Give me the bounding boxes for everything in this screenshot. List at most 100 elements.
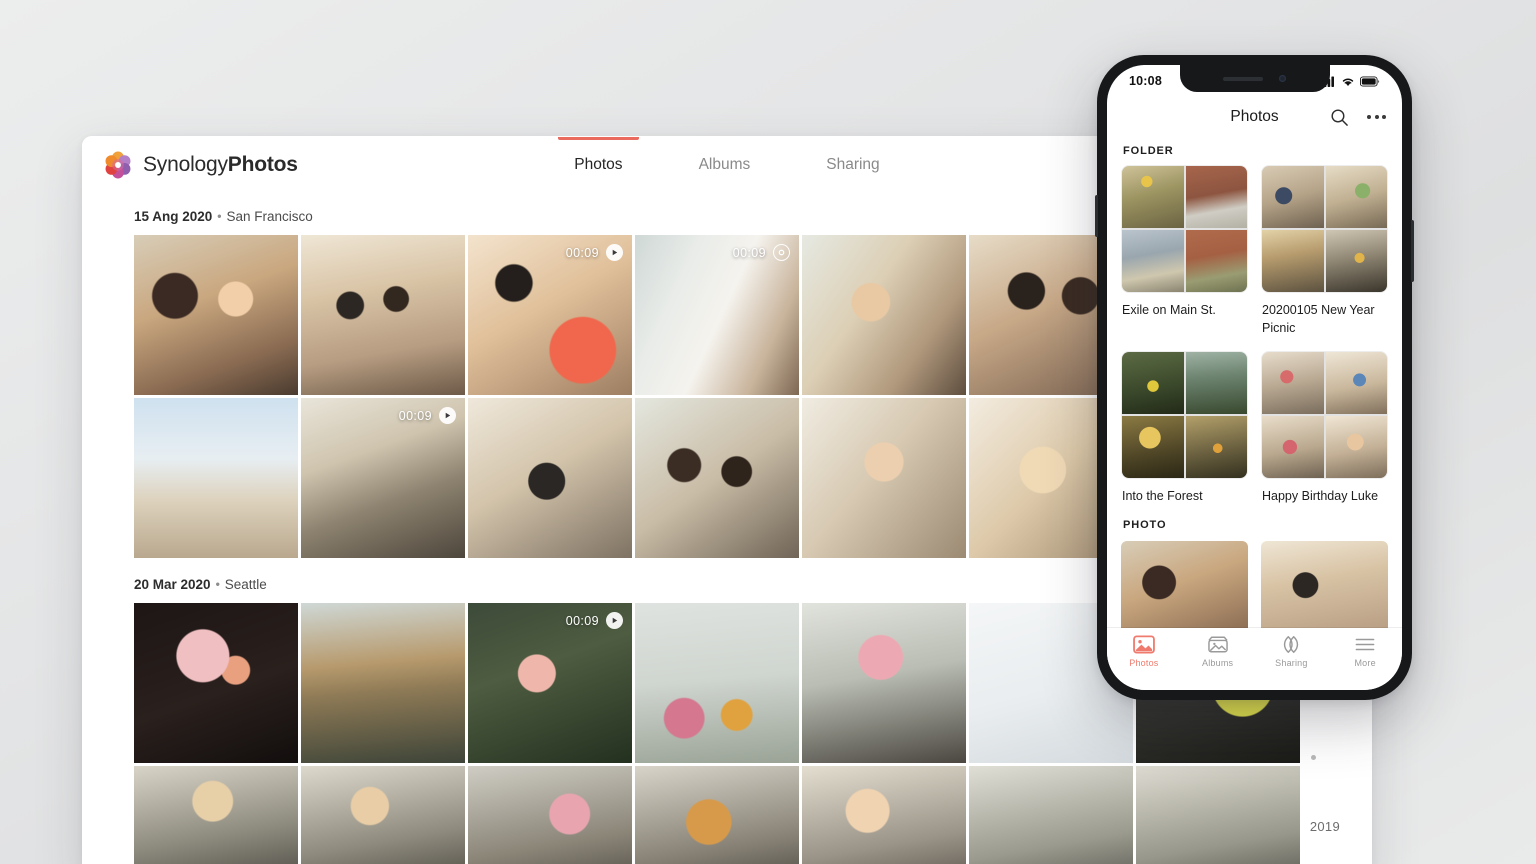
folder-thumb <box>1325 166 1387 228</box>
folder-thumbnail-grid <box>1121 350 1248 479</box>
date-header-separator: • <box>217 209 222 223</box>
tab-albums-label: Albums <box>698 156 751 173</box>
photo-thumbnail[interactable] <box>301 766 465 864</box>
photo-thumbnail[interactable] <box>468 398 632 558</box>
folder-name: Exile on Main St. <box>1122 303 1216 317</box>
photo-thumbnail[interactable] <box>468 766 632 864</box>
phone-screen: 10:08 Photos FOLDER Exile on Main St. 20… <box>1107 65 1402 690</box>
play-icon <box>439 407 456 424</box>
photo-thumbnail[interactable] <box>134 235 298 395</box>
photos-icon <box>1133 635 1155 654</box>
tab-albums[interactable]: Albums <box>661 137 789 192</box>
phone-notch <box>1179 65 1330 92</box>
sharing-icon <box>1280 635 1302 654</box>
search-icon[interactable] <box>1330 108 1349 127</box>
photo-thumbnail[interactable] <box>635 766 799 864</box>
phone-photo-thumbnail[interactable] <box>1261 541 1388 634</box>
menu-icon <box>1354 635 1376 654</box>
photo-thumbnail[interactable] <box>635 398 799 558</box>
date-header-place: San Francisco <box>226 209 313 224</box>
folder-thumb <box>1122 230 1184 292</box>
photo-thumbnail[interactable] <box>134 603 298 763</box>
photo-thumbnail[interactable] <box>1136 766 1300 864</box>
more-options-icon[interactable] <box>1367 115 1386 119</box>
photo-thumbnail[interactable] <box>802 235 966 395</box>
folder-section-label: FOLDER <box>1123 145 1174 157</box>
photo-row <box>82 766 1372 864</box>
photo-thumbnail[interactable] <box>635 603 799 763</box>
brand-title: SynologyPhotos <box>143 153 298 177</box>
folder-thumbnail-grid <box>1261 350 1388 479</box>
tab-more[interactable]: More <box>1328 635 1402 668</box>
photo-section-label: PHOTO <box>1123 519 1167 532</box>
date-header-separator: • <box>215 577 220 591</box>
folder-thumb <box>1122 351 1184 414</box>
tab-photos[interactable]: Photos <box>1107 635 1181 668</box>
photo-thumbnail[interactable]: 00:09 <box>468 603 632 763</box>
folder-thumb <box>1325 351 1387 414</box>
brand-name-light: Synology <box>143 152 228 176</box>
tab-photos-label: Photos <box>574 156 623 173</box>
video-badge: 00:09 <box>399 407 456 424</box>
folder-grid: Exile on Main St. 20200105 New Year Picn… <box>1121 165 1388 505</box>
photo-thumbnail[interactable] <box>134 766 298 864</box>
photo-thumbnail[interactable] <box>802 766 966 864</box>
folder-thumbnail-grid <box>1121 165 1248 293</box>
wifi-icon <box>1341 76 1355 87</box>
video-badge: 00:09 <box>733 244 790 261</box>
photo-thumbnail[interactable] <box>802 603 966 763</box>
phone-tabbar: Photos Albums Sharing More <box>1107 628 1402 690</box>
folder-thumb <box>1262 351 1324 414</box>
phone-navbar: Photos <box>1107 95 1402 139</box>
folder-thumb <box>1185 351 1247 414</box>
folder-thumb <box>1262 166 1324 228</box>
tab-sharing[interactable]: Sharing <box>788 137 917 192</box>
folder-card[interactable]: Into the Forest <box>1121 350 1248 506</box>
brand: SynologyPhotos <box>104 151 298 179</box>
folder-thumbnail-grid <box>1261 165 1388 293</box>
page-root: SynologyPhotos Photos Albums Sharing 15 … <box>0 0 1536 864</box>
video-badge: 00:09 <box>566 244 623 261</box>
tab-sharing-label: Sharing <box>1275 658 1308 668</box>
folder-card[interactable]: Happy Birthday Luke <box>1261 350 1388 506</box>
folder-thumb <box>1122 415 1184 478</box>
folder-thumb <box>1262 230 1324 292</box>
tab-photos[interactable]: Photos <box>536 137 660 192</box>
timeline-scrubber-dot[interactable] <box>1311 755 1316 760</box>
video-duration: 00:09 <box>398 408 432 423</box>
date-header-place: Seattle <box>224 577 267 592</box>
tab-sharing[interactable]: Sharing <box>1255 635 1329 668</box>
folder-thumb <box>1325 230 1387 292</box>
folder-name: 20200105 New Year Picnic <box>1262 303 1375 335</box>
photo-thumbnail[interactable]: 00:09 <box>468 235 632 395</box>
battery-icon <box>1360 75 1380 87</box>
video-duration: 00:09 <box>732 245 766 260</box>
folder-name: Happy Birthday Luke <box>1262 488 1379 503</box>
tab-albums-label: Albums <box>1202 658 1234 668</box>
photo-thumbnail[interactable] <box>802 398 966 558</box>
phone-photo-thumbnail[interactable] <box>1121 541 1248 634</box>
photo-thumbnail[interactable] <box>134 398 298 558</box>
photo-thumbnail[interactable] <box>301 603 465 763</box>
video-badge: 00:09 <box>566 612 623 629</box>
photo-thumbnail[interactable] <box>301 235 465 395</box>
status-time: 10:08 <box>1129 74 1162 88</box>
earpiece-speaker-icon <box>1223 76 1263 81</box>
folder-card[interactable]: 20200105 New Year Picnic <box>1261 165 1388 338</box>
photo-thumbnail[interactable]: 00:09 <box>301 398 465 558</box>
folder-thumb <box>1262 415 1324 478</box>
date-header-date: 20 Mar 2020 <box>134 577 211 592</box>
tab-photos-label: Photos <box>1129 658 1159 668</box>
video-duration: 00:09 <box>565 613 599 628</box>
phone-nav-actions <box>1330 108 1386 127</box>
folder-card[interactable]: Exile on Main St. <box>1121 165 1248 338</box>
photo-thumbnail[interactable] <box>969 766 1133 864</box>
tab-albums[interactable]: Albums <box>1181 635 1255 668</box>
photo-thumbnail[interactable]: 00:09 <box>635 235 799 395</box>
year-marker[interactable]: 2019 <box>1310 819 1340 834</box>
folder-thumb <box>1185 166 1247 228</box>
play-icon <box>606 612 623 629</box>
folder-thumb <box>1325 415 1387 478</box>
synology-flower-logo-icon <box>104 151 132 179</box>
front-camera-icon <box>1279 75 1286 82</box>
